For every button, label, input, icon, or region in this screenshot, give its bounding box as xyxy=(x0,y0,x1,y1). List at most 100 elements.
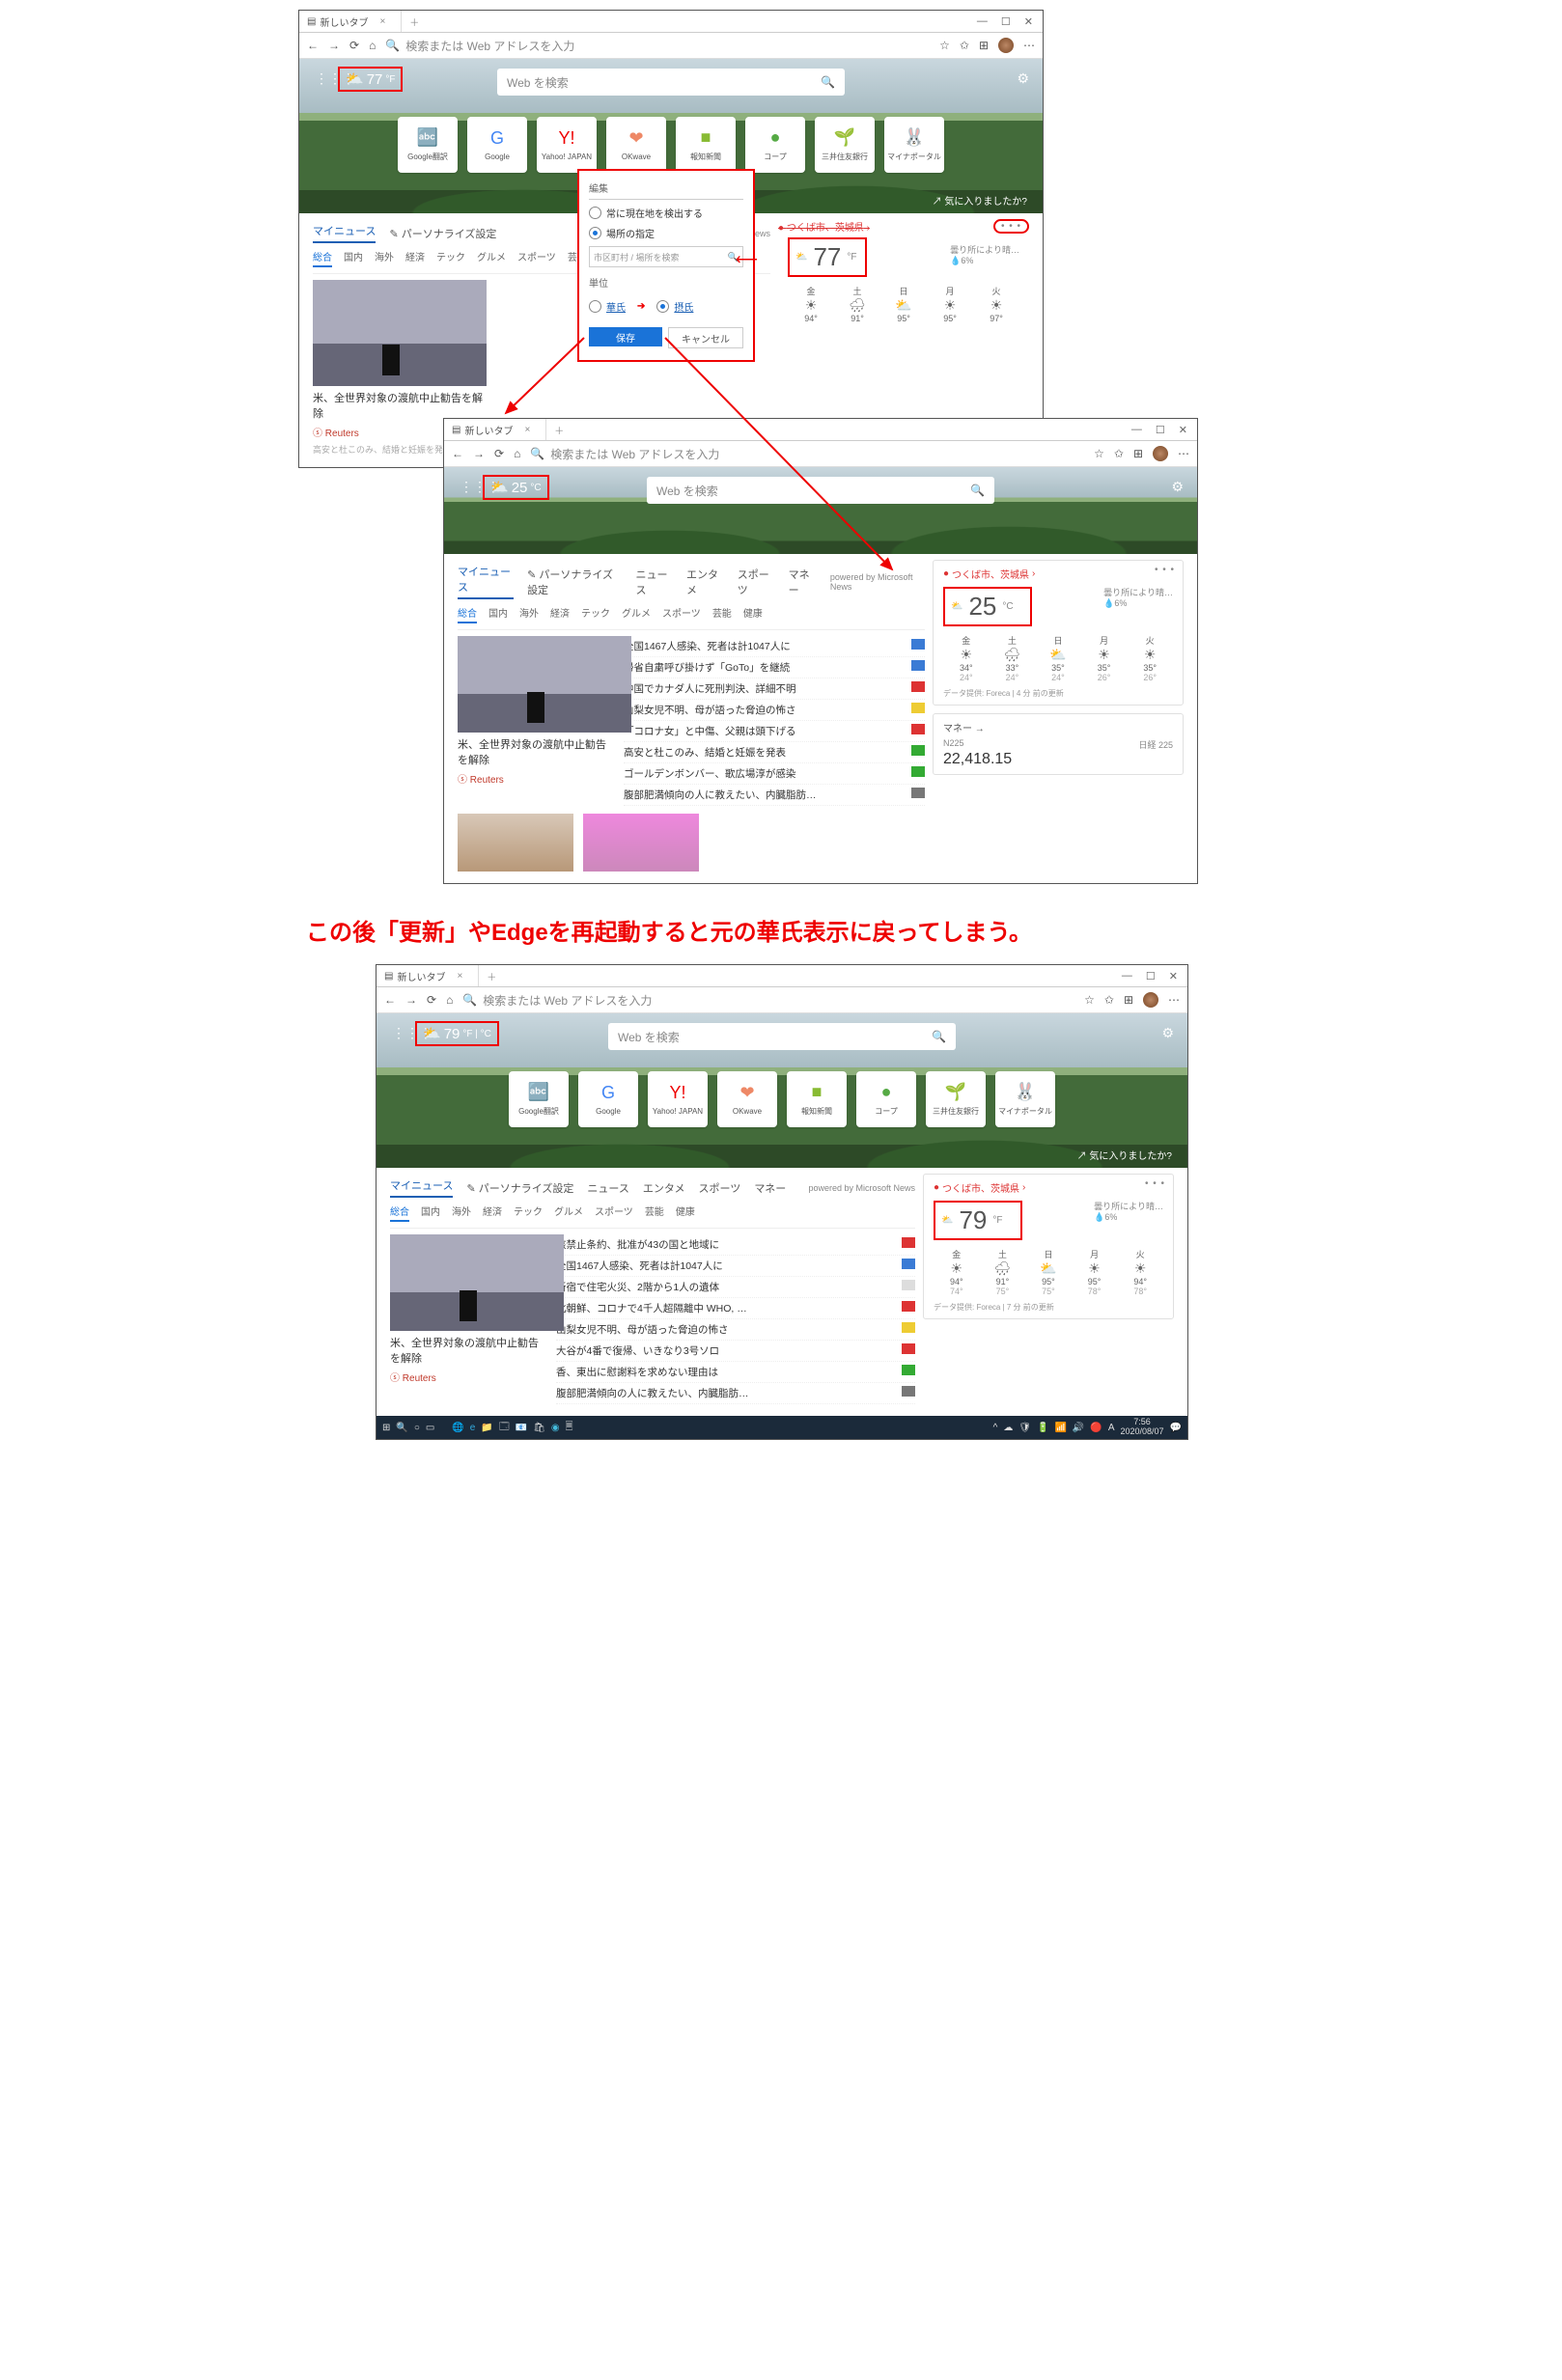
subnav-item[interactable]: 国内 xyxy=(421,1204,440,1222)
weather-location[interactable]: ● つくば市、茨城県 › xyxy=(943,567,1173,581)
subnav-item[interactable]: 芸能 xyxy=(712,605,732,623)
subnav-item[interactable]: 総合 xyxy=(390,1204,409,1222)
tile[interactable]: ❤OKwave xyxy=(606,117,666,173)
headline[interactable]: 腹部肥満傾向の人に教えたい、内臓脂肪… xyxy=(556,1383,915,1404)
headline[interactable]: 香、東出に慰謝料を求めない理由は xyxy=(556,1362,915,1383)
subnav-item[interactable]: テック xyxy=(581,605,610,623)
app-icon[interactable]: 🗏 xyxy=(566,1420,573,1436)
clock[interactable]: 7:562020/08/07 xyxy=(1121,1418,1164,1437)
subnav-item[interactable]: テック xyxy=(514,1204,543,1222)
headline[interactable]: 全国1467人感染、死者は計1047人に xyxy=(624,636,925,657)
thumbnail[interactable] xyxy=(583,814,699,872)
headline[interactable]: 新宿で住宅火災、2階から1人の遺体 xyxy=(556,1277,915,1298)
collections-icon[interactable]: ⊞ xyxy=(979,39,989,52)
tile[interactable]: Y!Yahoo! JAPAN xyxy=(648,1071,708,1127)
subnav-item[interactable]: グルメ xyxy=(554,1204,583,1222)
refresh-icon[interactable]: ⟳ xyxy=(349,39,359,52)
cortana-icon[interactable]: ○ xyxy=(414,1423,420,1433)
browser-tab[interactable]: ▤ 新しいタブ × xyxy=(377,965,479,986)
weather-menu-button[interactable]: • • • xyxy=(993,219,1029,234)
tile[interactable]: 🐰マイナポータル xyxy=(995,1071,1055,1127)
forecast-day[interactable]: 火☀94°78° xyxy=(1117,1248,1163,1296)
forecast-day[interactable]: 日⛅95°75° xyxy=(1025,1248,1072,1296)
radio-fahrenheit[interactable]: 華氏 xyxy=(589,299,626,314)
hero-temp[interactable]: ⛅ 25 °C xyxy=(483,475,549,500)
subnav-item[interactable]: スポーツ xyxy=(517,249,556,267)
subnav-item[interactable]: グルメ xyxy=(622,605,651,623)
search-icon[interactable]: 🔍 xyxy=(396,1423,407,1433)
nav-mynews[interactable]: マイニュース xyxy=(313,223,376,243)
forecast-day[interactable]: 金☀94°74° xyxy=(934,1248,980,1296)
app-icon[interactable]: 📁 xyxy=(481,1423,492,1433)
browser-tab[interactable]: ▤ 新しいタブ × xyxy=(444,419,546,440)
forecast-day[interactable]: 金☀94° xyxy=(788,285,834,323)
new-tab-button[interactable]: ＋ xyxy=(402,14,427,29)
favorites-icon[interactable]: ✩ xyxy=(960,39,969,52)
close-icon[interactable]: ✕ xyxy=(1024,15,1033,28)
new-tab-button[interactable]: ＋ xyxy=(546,423,572,437)
subnav-item[interactable]: グルメ xyxy=(477,249,506,267)
headline[interactable]: 全国1467人感染、死者は計1047人に xyxy=(556,1256,915,1277)
subnav-item[interactable]: 国内 xyxy=(488,605,508,623)
tile[interactable]: ●コープ xyxy=(856,1071,916,1127)
search-box[interactable]: Web を検索🔍 xyxy=(497,69,845,96)
forecast-day[interactable]: 日⛅35°24° xyxy=(1035,634,1081,682)
headline[interactable]: 中国でカナダ人に死刑判決、詳細不明 xyxy=(624,678,925,700)
hero-temp[interactable]: ⛅ 77 °F xyxy=(338,67,403,92)
tile[interactable]: ■報知新聞 xyxy=(676,117,736,173)
address-placeholder[interactable]: 検索または Web アドレスを入力 xyxy=(405,38,574,54)
home-icon[interactable]: ⌂ xyxy=(369,39,376,52)
subnav-item[interactable]: 海外 xyxy=(519,605,539,623)
subnav-item[interactable]: 海外 xyxy=(375,249,394,267)
forward-icon[interactable]: → xyxy=(328,39,340,52)
start-icon[interactable]: ⊞ xyxy=(382,1423,390,1433)
tile[interactable]: 🌱三井住友銀行 xyxy=(926,1071,986,1127)
back-icon[interactable]: ← xyxy=(307,39,319,52)
app-icon[interactable]: 🛍 xyxy=(533,1423,545,1433)
subnav-item[interactable]: 海外 xyxy=(452,1204,471,1222)
tile[interactable]: ●コープ xyxy=(745,117,805,173)
tile[interactable]: 🌱三井住友銀行 xyxy=(815,117,875,173)
app-icon[interactable]: ◉ xyxy=(551,1423,560,1433)
tile[interactable]: Y!Yahoo! JAPAN xyxy=(537,117,597,173)
headline[interactable]: 腹部肥満傾向の人に教えたい、内臓脂肪… xyxy=(624,785,925,806)
subnav-item[interactable]: 総合 xyxy=(458,605,477,623)
news-image[interactable] xyxy=(390,1234,564,1331)
subnav-item[interactable]: 芸能 xyxy=(645,1204,664,1222)
subnav-item[interactable]: スポーツ xyxy=(595,1204,633,1222)
tile[interactable]: GGoogle xyxy=(578,1071,638,1127)
tile[interactable]: GGoogle xyxy=(467,117,527,173)
forecast-day[interactable]: 火☀97° xyxy=(973,285,1019,323)
radio-celsius[interactable]: 摂氏 xyxy=(656,299,693,314)
headline[interactable]: 山梨女児不明、母が語った脅迫の怖さ xyxy=(556,1319,915,1341)
news-image[interactable] xyxy=(313,280,487,386)
subnav-item[interactable]: 健康 xyxy=(676,1204,695,1222)
hero-temp[interactable]: ⛅ 79 °F | °C xyxy=(415,1021,499,1046)
gear-icon[interactable]: ⚙ xyxy=(1171,479,1184,495)
location-search-input[interactable]: 市区町村 / 場所を検索🔍 xyxy=(589,246,743,267)
nav-personalize[interactable]: ✎ パーソナライズ設定 xyxy=(389,226,496,241)
headline[interactable]: 核禁止条約、批准が43の国と地域に xyxy=(556,1234,915,1256)
gear-icon[interactable]: ⚙ xyxy=(1017,70,1029,87)
headline[interactable]: 「コロナ女」と中傷、父親は頭下げる xyxy=(624,721,925,742)
headline[interactable]: 高安と杜このみ、結婚と妊娠を発表 xyxy=(624,742,925,763)
money-card[interactable]: マネー → N225日経 225 22,418.15 xyxy=(933,713,1184,775)
subnav-item[interactable]: テック xyxy=(436,249,465,267)
subnav-item[interactable]: 経済 xyxy=(405,249,425,267)
forecast-day[interactable]: 土🌧33°24° xyxy=(990,634,1036,682)
subnav-item[interactable]: スポーツ xyxy=(662,605,701,623)
app-icon[interactable]: 🗔 xyxy=(499,1420,510,1436)
menu-icon[interactable]: ⋯ xyxy=(1023,39,1035,52)
forecast-day[interactable]: 金☀34°24° xyxy=(943,634,990,682)
forecast-day[interactable]: 月☀35°26° xyxy=(1081,634,1128,682)
forecast-day[interactable]: 土🌧91°75° xyxy=(980,1248,1026,1296)
forecast-day[interactable]: 土🌧91° xyxy=(834,285,880,323)
cancel-button[interactable]: キャンセル xyxy=(668,327,743,348)
search-icon[interactable]: 🔍 xyxy=(821,75,835,89)
app-icon[interactable]: 📧 xyxy=(516,1423,527,1433)
headline[interactable]: ゴールデンボンバー、歌広場淳が感染 xyxy=(624,763,925,785)
taskview-icon[interactable]: ▭ xyxy=(426,1423,434,1433)
search-box[interactable]: Web を検索🔍 xyxy=(647,477,994,504)
forecast-day[interactable]: 月☀95°78° xyxy=(1072,1248,1118,1296)
subnav-item[interactable]: 総合 xyxy=(313,249,332,267)
